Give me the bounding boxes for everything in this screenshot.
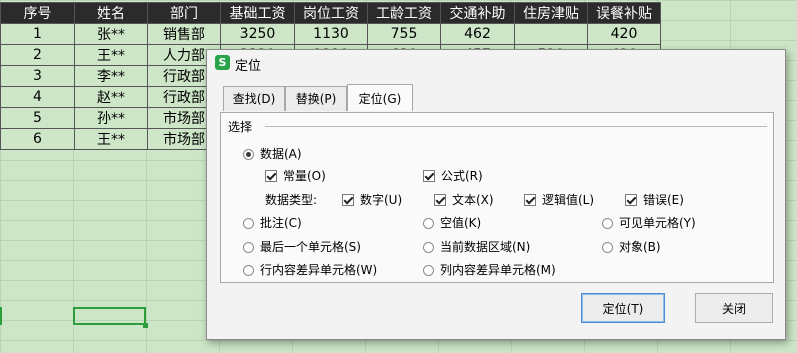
row-indicator [0, 307, 2, 325]
radio-unselected-icon [602, 242, 613, 253]
checkbox-checked-icon [524, 194, 536, 206]
table-cell[interactable]: 1130 [294, 23, 368, 45]
checkbox-logical-label: 逻辑值(L) [542, 193, 595, 207]
table-cell[interactable]: 孙** [74, 107, 148, 129]
radio-objects-label: 对象(B) [619, 240, 661, 254]
radio-unselected-icon [423, 218, 434, 229]
header-cell[interactable]: 基础工资 [220, 2, 295, 24]
header-cell[interactable]: 误餐补贴 [587, 2, 661, 24]
table-cell[interactable]: 1 [0, 23, 75, 45]
table-row: 1 张** 销售部 3250 1130 755 462 420 [0, 23, 661, 45]
dialog-title: 定位 [235, 59, 262, 74]
table-cell[interactable]: 462 [440, 23, 515, 45]
radio-unselected-icon [602, 218, 613, 229]
table-cell[interactable]: 6 [0, 128, 75, 150]
radio-unselected-icon [243, 265, 254, 276]
radio-col-diff[interactable]: 列内容差异单元格(M) [423, 261, 556, 278]
data-type-label: 数据类型: [265, 193, 318, 207]
radio-current-region-label: 当前数据区域(N) [440, 240, 531, 254]
table-cell[interactable] [514, 23, 588, 45]
group-divider [265, 126, 767, 127]
table-cell[interactable]: 420 [587, 23, 661, 45]
radio-blank-label: 空值(K) [440, 216, 482, 230]
group-label: 选择 [228, 120, 253, 134]
tab-replace[interactable]: 替换(P) [285, 86, 347, 111]
table-cell[interactable]: 5 [0, 107, 75, 129]
checkbox-error[interactable]: 错误(E) [625, 191, 684, 208]
checkbox-checked-icon [625, 194, 637, 206]
radio-data-label: 数据(A) [260, 147, 302, 161]
table-cell[interactable]: 755 [367, 23, 441, 45]
radio-last-cell-label: 最后一个单元格(S) [260, 240, 361, 254]
radio-col-diff-label: 列内容差异单元格(M) [440, 263, 556, 277]
dialog-titlebar[interactable]: S 定位 [207, 50, 785, 76]
fill-handle[interactable] [143, 323, 148, 328]
radio-last-cell[interactable]: 最后一个单元格(S) [243, 238, 361, 255]
table-cell[interactable]: 王** [74, 128, 148, 150]
table-cell[interactable]: 3250 [220, 23, 295, 45]
table-cell[interactable]: 销售部 [147, 23, 221, 45]
table-cell[interactable]: 3 [0, 65, 75, 87]
table-cell[interactable]: 赵** [74, 86, 148, 108]
checkbox-logical[interactable]: 逻辑值(L) [524, 191, 594, 208]
tab-find[interactable]: 查找(D) [223, 86, 285, 111]
goto-dialog: S 定位 查找(D) 替换(P) 定位(G) 选择 数据(A) 常量(O) 公式… [206, 49, 786, 340]
header-cell[interactable]: 岗位工资 [294, 2, 368, 24]
radio-current-region[interactable]: 当前数据区域(N) [423, 238, 530, 255]
radio-objects[interactable]: 对象(B) [602, 238, 661, 255]
radio-comment[interactable]: 批注(C) [243, 214, 302, 231]
checkbox-text-label: 文本(X) [452, 193, 494, 207]
tab-goto[interactable]: 定位(G) [347, 84, 413, 111]
wps-app-icon: S [215, 55, 230, 70]
checkbox-checked-icon [342, 194, 354, 206]
radio-row-diff-label: 行内容差异单元格(W) [260, 263, 378, 277]
radio-unselected-icon [423, 265, 434, 276]
table-cell[interactable]: 王** [74, 44, 148, 66]
table-cell[interactable]: 李** [74, 65, 148, 87]
checkbox-constant-label: 常量(O) [283, 169, 326, 183]
radio-unselected-icon [423, 242, 434, 253]
checkbox-text[interactable]: 文本(X) [434, 191, 494, 208]
goto-button[interactable]: 定位(T) [581, 293, 665, 323]
goto-panel: 选择 数据(A) 常量(O) 公式(R) 数据类型: 数字(U) 文本(X) 逻… [220, 112, 774, 283]
table-cell[interactable]: 张** [74, 23, 148, 45]
radio-unselected-icon [243, 218, 254, 229]
header-cell[interactable]: 交通补助 [440, 2, 515, 24]
selected-cell[interactable] [73, 307, 146, 325]
checkbox-number-label: 数字(U) [360, 193, 403, 207]
radio-visible-cells[interactable]: 可见单元格(Y) [602, 214, 696, 231]
checkbox-checked-icon [265, 170, 277, 182]
header-cell[interactable]: 住房津贴 [514, 2, 588, 24]
checkbox-formula[interactable]: 公式(R) [423, 167, 483, 184]
checkbox-error-label: 错误(E) [643, 193, 684, 207]
radio-row-diff[interactable]: 行内容差异单元格(W) [243, 261, 377, 278]
close-button[interactable]: 关闭 [695, 293, 773, 323]
radio-selected-icon [243, 149, 254, 160]
radio-visible-cells-label: 可见单元格(Y) [619, 216, 696, 230]
table-cell[interactable]: 2 [0, 44, 75, 66]
header-cell[interactable]: 工龄工资 [367, 2, 441, 24]
radio-blank[interactable]: 空值(K) [423, 214, 481, 231]
header-cell[interactable]: 序号 [0, 2, 75, 24]
checkbox-checked-icon [434, 194, 446, 206]
checkbox-checked-icon [423, 170, 435, 182]
radio-data[interactable]: 数据(A) [243, 145, 302, 162]
table-cell[interactable]: 4 [0, 86, 75, 108]
radio-unselected-icon [243, 242, 254, 253]
radio-comment-label: 批注(C) [260, 216, 302, 230]
header-row: 序号 姓名 部门 基础工资 岗位工资 工龄工资 交通补助 住房津贴 误餐补贴 [0, 2, 661, 24]
header-cell[interactable]: 姓名 [74, 2, 148, 24]
checkbox-constant[interactable]: 常量(O) [265, 167, 326, 184]
checkbox-number[interactable]: 数字(U) [342, 191, 402, 208]
checkbox-formula-label: 公式(R) [441, 169, 483, 183]
header-cell[interactable]: 部门 [147, 2, 221, 24]
